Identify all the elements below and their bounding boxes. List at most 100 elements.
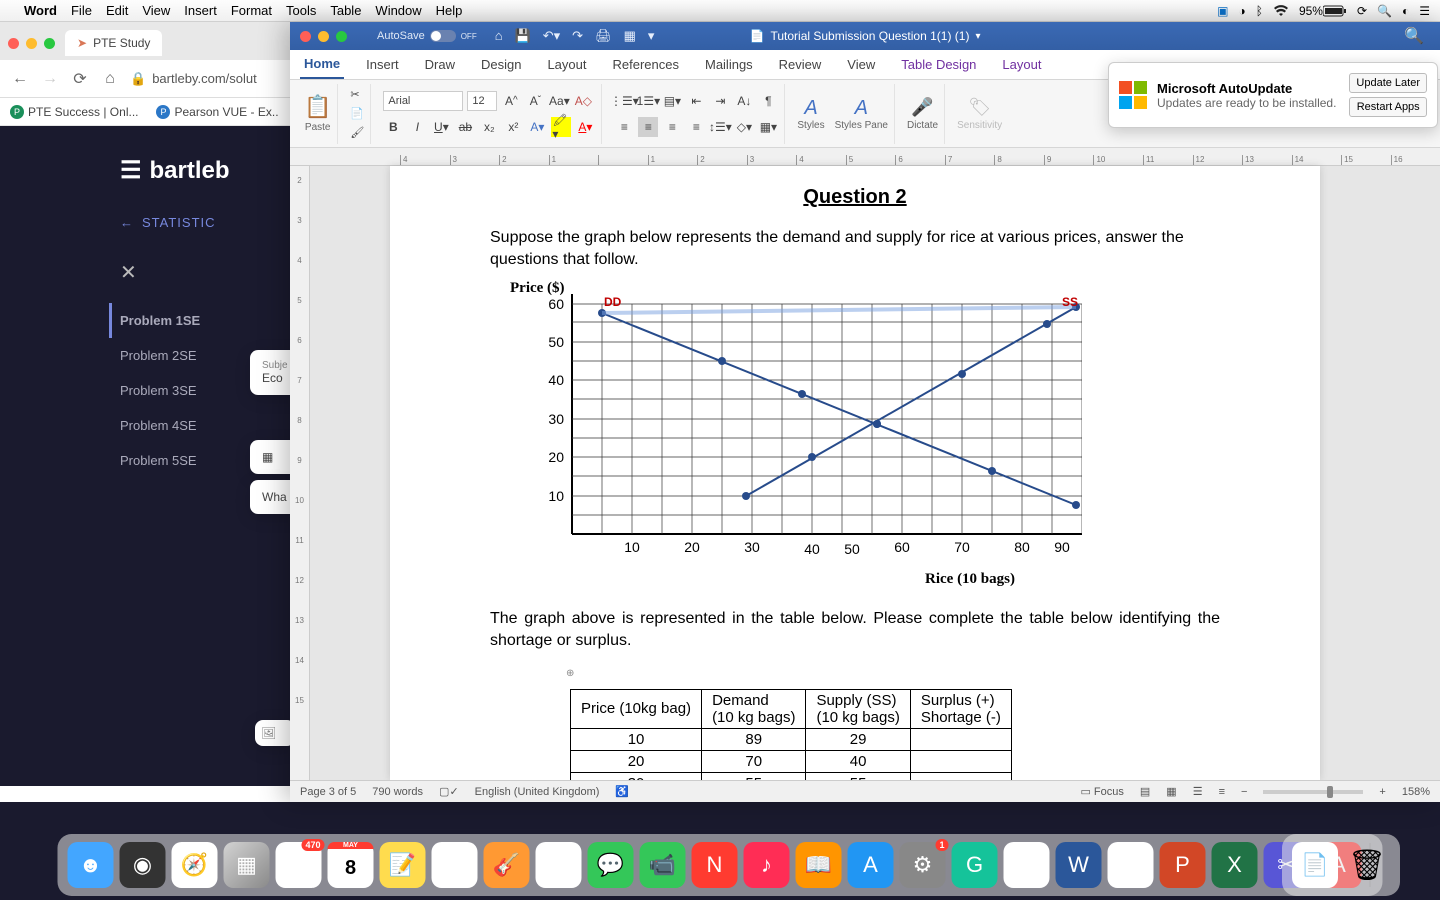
menu-file[interactable]: File [71, 3, 92, 18]
text-effects-icon[interactable]: A▾ [527, 117, 547, 137]
tab-table-layout[interactable]: Layout [998, 51, 1045, 78]
page-indicator[interactable]: Page 3 of 5 [300, 786, 356, 798]
update-later-button[interactable]: Update Later [1349, 73, 1427, 93]
reload-button[interactable]: ⟳ [70, 69, 90, 89]
accessibility-icon[interactable]: ♿ [615, 785, 629, 798]
align-right-icon[interactable]: ≡ [662, 117, 682, 137]
autosave-toggle[interactable]: AutoSave OFF [377, 30, 477, 42]
browser-traffic-lights[interactable] [8, 38, 55, 49]
close-icon[interactable] [300, 31, 311, 42]
menu-format[interactable]: Format [231, 3, 272, 18]
dock-app-grammarly[interactable]: G [952, 842, 998, 888]
hamburger-icon[interactable]: ☰ [120, 156, 142, 185]
dock-app-word[interactable]: W [1056, 842, 1102, 888]
indent-left-icon[interactable]: ⇤ [686, 91, 706, 111]
zoom-out-button[interactable]: − [1241, 786, 1247, 798]
focus-mode[interactable]: ▭ Focus [1080, 785, 1123, 798]
home-button[interactable]: ⌂ [100, 69, 120, 89]
multilevel-icon[interactable]: ▤▾ [662, 91, 682, 111]
vertical-ruler[interactable]: 23456789101112131415 [290, 166, 310, 780]
address-bar[interactable]: 🔒 bartleby.com/solut [130, 71, 257, 87]
data-table[interactable]: Price (10kg bag) Demand(10 kg bags) Supp… [570, 689, 1012, 780]
menu-help[interactable]: Help [436, 3, 463, 18]
tab-home[interactable]: Home [300, 50, 344, 79]
dock-app-books[interactable]: 📖 [796, 842, 842, 888]
language-indicator[interactable]: English (United Kingdom) [475, 786, 600, 798]
dock-app-trash[interactable]: 🗑 [1344, 842, 1390, 888]
word-traffic-lights[interactable] [300, 31, 347, 42]
web-layout-icon[interactable]: ▦ [1166, 785, 1176, 798]
change-case-icon[interactable]: Aa▾ [549, 91, 569, 111]
qat-more-icon[interactable]: ▾ [648, 28, 655, 44]
spotlight-icon[interactable]: 🔍 [1377, 4, 1392, 18]
dock-app-launchpad[interactable]: ▦ [224, 842, 270, 888]
bookmark-pearson[interactable]: PPearson VUE - Ex.. [156, 105, 278, 119]
tab-layout[interactable]: Layout [543, 51, 590, 78]
menu-window[interactable]: Window [375, 3, 421, 18]
table-row[interactable]: 207040 [571, 750, 1012, 772]
justify-icon[interactable]: ≡ [686, 117, 706, 137]
document-page[interactable]: Question 2 Suppose the graph below repre… [390, 166, 1320, 780]
wifi-icon[interactable] [1273, 5, 1289, 17]
spell-check-icon[interactable]: ▢✓ [439, 785, 459, 798]
dock-app-powerpoint[interactable]: P [1160, 842, 1206, 888]
app-name[interactable]: Word [24, 3, 57, 18]
bullets-icon[interactable]: ⋮☰▾ [614, 91, 634, 111]
italic-button[interactable]: I [407, 117, 427, 137]
menu-view[interactable]: View [142, 3, 170, 18]
dock-app-appstore[interactable]: A [848, 842, 894, 888]
redo-icon[interactable]: ↷ [572, 28, 583, 44]
dock-app-messages[interactable]: 💬 [588, 842, 634, 888]
indent-right-icon[interactable]: ⇥ [710, 91, 730, 111]
dock-app-siri[interactable]: ◉ [120, 842, 166, 888]
tab-insert[interactable]: Insert [362, 51, 403, 78]
tab-references[interactable]: References [609, 51, 683, 78]
menu-tools[interactable]: Tools [286, 3, 316, 18]
control-center-icon[interactable]: ◐ [1402, 4, 1409, 18]
subscript-button[interactable]: x₂ [479, 117, 499, 137]
line-spacing-icon[interactable]: ↕☰▾ [710, 117, 730, 137]
save-icon[interactable]: 💾 [515, 28, 531, 44]
numbering-icon[interactable]: 1☰▾ [638, 91, 658, 111]
zoom-slider[interactable] [1263, 790, 1363, 794]
styles-gallery-icon[interactable]: A [804, 97, 817, 120]
font-color-icon[interactable]: A▾ [575, 117, 595, 137]
sensitivity-icon[interactable]: 🏷 [968, 97, 991, 118]
copy-icon[interactable]: 📄 [350, 107, 364, 120]
menu-extras-icon[interactable]: ☰ [1419, 4, 1430, 18]
dock-app-reminders[interactable]: ☰ [432, 842, 478, 888]
fullscreen-icon[interactable] [336, 31, 347, 42]
zoom-window-icon[interactable] [44, 38, 55, 49]
borders-icon[interactable]: ▦▾ [758, 117, 778, 137]
tab-table-design[interactable]: Table Design [897, 51, 980, 78]
bluetooth-icon[interactable]: ᛒ [1256, 4, 1263, 18]
print-layout-icon[interactable]: ▤ [1140, 785, 1150, 798]
outline-icon[interactable]: ☰ [1193, 785, 1203, 798]
dock-app-facetime[interactable]: 📹 [640, 842, 686, 888]
back-button[interactable]: ← [10, 69, 30, 89]
dictate-icon[interactable]: 🎤 [911, 97, 933, 118]
clear-format-icon[interactable]: A◇ [573, 91, 593, 111]
zoom-level[interactable]: 158% [1402, 786, 1430, 798]
superscript-button[interactable]: x² [503, 117, 523, 137]
battery-status[interactable]: 95% [1299, 4, 1347, 18]
dock-app-finder[interactable]: ☻ [68, 842, 114, 888]
show-marks-icon[interactable]: ¶ [758, 91, 778, 111]
chevron-down-icon[interactable]: ▾ [975, 31, 980, 42]
horizontal-ruler[interactable]: 432112345678910111213141516 [290, 148, 1440, 166]
dock-app-chrome[interactable]: ◉ [1108, 842, 1154, 888]
tab-design[interactable]: Design [477, 51, 525, 78]
shading-icon[interactable]: ◇▾ [734, 117, 754, 137]
paste-icon[interactable]: 📋 [304, 94, 331, 120]
customize-icon[interactable]: ▦ [624, 28, 636, 44]
highlight-icon[interactable]: 🖍▾ [551, 117, 571, 137]
shrink-font-icon[interactable]: Aˇ [525, 91, 545, 111]
menu-table[interactable]: Table [330, 3, 361, 18]
home-icon[interactable]: ⌂ [495, 28, 503, 44]
strikethrough-button[interactable]: ab [455, 117, 475, 137]
underline-button[interactable]: U▾ [431, 117, 451, 137]
dock-app-music[interactable]: ♪ [744, 842, 790, 888]
menu-edit[interactable]: Edit [106, 3, 128, 18]
font-size-select[interactable]: 12 [467, 91, 497, 111]
dock-app-safari[interactable]: 🧭 [172, 842, 218, 888]
